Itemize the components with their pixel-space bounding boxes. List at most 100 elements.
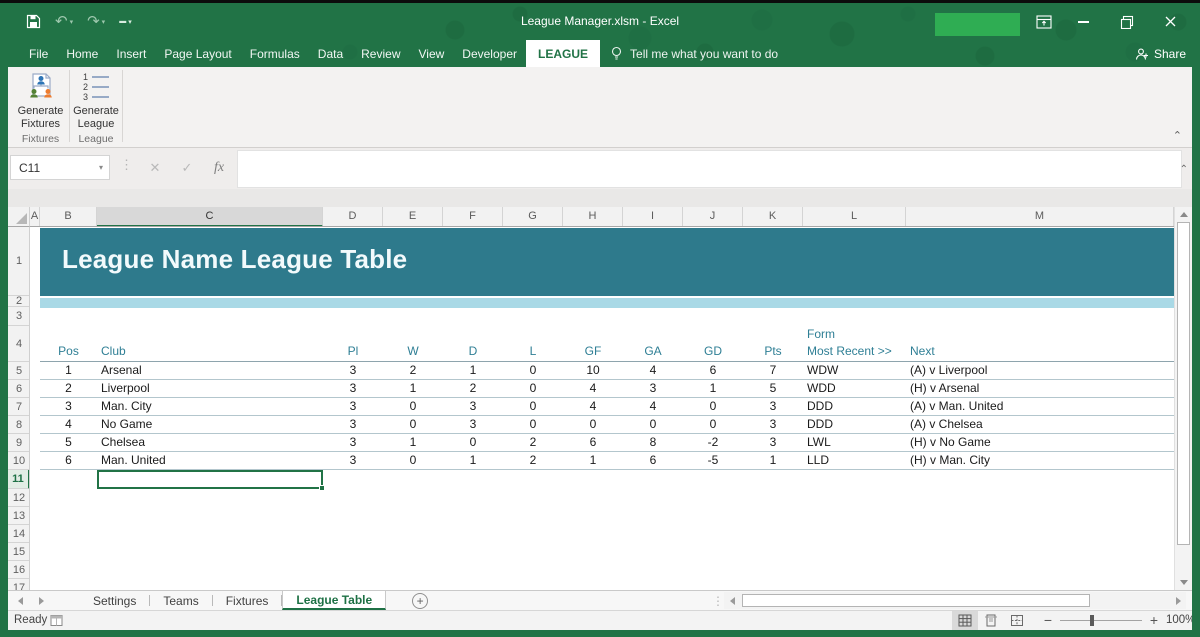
cell-pl[interactable]: 3	[323, 452, 383, 469]
vertical-scroll-thumb[interactable]	[1177, 222, 1190, 545]
tell-me-box[interactable]: Tell me what you want to do	[610, 40, 778, 67]
cell-next[interactable]: (H) v Man. City	[910, 452, 1174, 469]
row-header-3[interactable]: 3	[8, 307, 30, 326]
column-header-E[interactable]: E	[383, 207, 443, 227]
cell-next[interactable]: (A) v Liverpool	[910, 362, 1174, 379]
row-header-12[interactable]: 12	[8, 489, 30, 507]
ribbon-tab-home[interactable]: Home	[57, 40, 107, 67]
ribbon-tab-page-layout[interactable]: Page Layout	[155, 40, 240, 67]
row-header-2[interactable]: 2	[8, 296, 30, 307]
cell-ga[interactable]: 3	[623, 380, 683, 397]
cell-club[interactable]: Chelsea	[101, 434, 323, 451]
generate-league-button[interactable]: 1 2 3 Generate League	[71, 71, 121, 131]
row-header-5[interactable]: 5	[8, 362, 30, 380]
cell-d[interactable]: 2	[443, 380, 503, 397]
cell-w[interactable]: 0	[383, 398, 443, 415]
cell-form[interactable]: WDD	[807, 380, 906, 397]
next-sheet-button[interactable]	[39, 597, 44, 605]
cell-pts[interactable]: 3	[743, 398, 803, 415]
cell-gf[interactable]: 10	[563, 362, 623, 379]
sheet-tab-settings[interactable]: Settings	[80, 591, 149, 610]
cell-gd[interactable]: 1	[683, 380, 743, 397]
row-header-6[interactable]: 6	[8, 380, 30, 398]
ribbon-tab-formulas[interactable]: Formulas	[241, 40, 309, 67]
cell-d[interactable]: 3	[443, 398, 503, 415]
ribbon-tab-developer[interactable]: Developer	[453, 40, 526, 67]
cell-ga[interactable]: 4	[623, 398, 683, 415]
sheet-tab-fixtures[interactable]: Fixtures	[213, 591, 282, 610]
cell-pts[interactable]: 1	[743, 452, 803, 469]
cell-pts[interactable]: 5	[743, 380, 803, 397]
scroll-up-button[interactable]	[1175, 207, 1193, 222]
row-header-1[interactable]: 1	[8, 227, 30, 296]
ribbon-tab-league[interactable]: LEAGUE	[526, 40, 600, 67]
restore-down-button[interactable]	[1112, 3, 1142, 40]
cell-next[interactable]: (A) v Chelsea	[910, 416, 1174, 433]
zoom-level-label[interactable]: 100%	[1166, 611, 1195, 630]
column-header-H[interactable]: H	[563, 207, 623, 227]
expand-formula-bar-button[interactable]: ⌃	[1180, 164, 1188, 175]
cell-gd[interactable]: 0	[683, 398, 743, 415]
cell-form[interactable]: LWL	[807, 434, 906, 451]
ribbon-tab-view[interactable]: View	[410, 40, 454, 67]
ribbon-tab-insert[interactable]: Insert	[107, 40, 155, 67]
cell-w[interactable]: 2	[383, 362, 443, 379]
share-button[interactable]: Share	[1135, 40, 1186, 67]
cell-ga[interactable]: 8	[623, 434, 683, 451]
league-table-row-man-united[interactable]: 6Man. United301216-51LLD(H) v Man. City	[40, 452, 1174, 470]
cell-club[interactable]: Liverpool	[101, 380, 323, 397]
cell-l[interactable]: 0	[503, 380, 563, 397]
close-button[interactable]	[1155, 3, 1185, 40]
select-all-corner[interactable]	[8, 207, 30, 227]
column-header-J[interactable]: J	[683, 207, 743, 227]
column-header-B[interactable]: B	[40, 207, 97, 227]
generate-fixtures-button[interactable]: Generate Fixtures	[14, 71, 67, 131]
cell-ga[interactable]: 4	[623, 362, 683, 379]
zoom-in-button[interactable]: +	[1146, 611, 1162, 629]
active-cell-selection-C11[interactable]	[97, 470, 323, 489]
sheet-tab-teams[interactable]: Teams	[150, 591, 211, 610]
cell-club[interactable]: Man. United	[101, 452, 323, 469]
insert-function-button[interactable]: fx	[206, 155, 232, 180]
cell-pos[interactable]: 3	[40, 398, 97, 415]
cell-next[interactable]: (H) v No Game	[910, 434, 1174, 451]
league-table-row-arsenal[interactable]: 1Arsenal321010467WDW(A) v Liverpool	[40, 362, 1174, 380]
horizontal-scrollbar[interactable]	[724, 592, 1186, 609]
formula-bar-grip[interactable]: ⋮	[120, 157, 132, 173]
cell-form[interactable]: DDD	[807, 416, 906, 433]
cell-pos[interactable]: 4	[40, 416, 97, 433]
cell-form[interactable]: DDD	[807, 398, 906, 415]
fill-handle[interactable]	[319, 485, 325, 491]
cell-pos[interactable]: 1	[40, 362, 97, 379]
cell-club[interactable]: No Game	[101, 416, 323, 433]
cell-form[interactable]: LLD	[807, 452, 906, 469]
league-table-row-man-city[interactable]: 3Man. City30304403DDD(A) v Man. United	[40, 398, 1174, 416]
account-name-badge[interactable]	[935, 13, 1020, 36]
cell-pts[interactable]: 3	[743, 416, 803, 433]
cell-pl[interactable]: 3	[323, 362, 383, 379]
cell-next[interactable]: (A) v Man. United	[910, 398, 1174, 415]
cell-w[interactable]: 1	[383, 434, 443, 451]
minimize-button[interactable]	[1068, 3, 1098, 40]
league-table-row-no-game[interactable]: 4No Game30300003DDD(A) v Chelsea	[40, 416, 1174, 434]
cell-gf[interactable]: 1	[563, 452, 623, 469]
cell-pl[interactable]: 3	[323, 434, 383, 451]
ribbon-tab-review[interactable]: Review	[352, 40, 409, 67]
horizontal-scroll-thumb[interactable]	[742, 594, 1090, 607]
cell-pts[interactable]: 3	[743, 434, 803, 451]
row-header-7[interactable]: 7	[8, 398, 30, 416]
formula-input[interactable]	[237, 150, 1182, 188]
row-header-8[interactable]: 8	[8, 416, 30, 434]
previous-sheet-button[interactable]	[18, 597, 23, 605]
zoom-slider-track[interactable]	[1060, 620, 1142, 621]
cell-pl[interactable]: 3	[323, 380, 383, 397]
cell-d[interactable]: 1	[443, 452, 503, 469]
cell-ga[interactable]: 6	[623, 452, 683, 469]
cell-gf[interactable]: 4	[563, 398, 623, 415]
column-header-D[interactable]: D	[323, 207, 383, 227]
normal-view-button[interactable]	[952, 611, 978, 630]
confirm-entry-button[interactable]: ✓	[174, 155, 200, 180]
page-break-preview-button[interactable]	[1004, 611, 1030, 630]
cell-gf[interactable]: 6	[563, 434, 623, 451]
cell-gd[interactable]: 6	[683, 362, 743, 379]
